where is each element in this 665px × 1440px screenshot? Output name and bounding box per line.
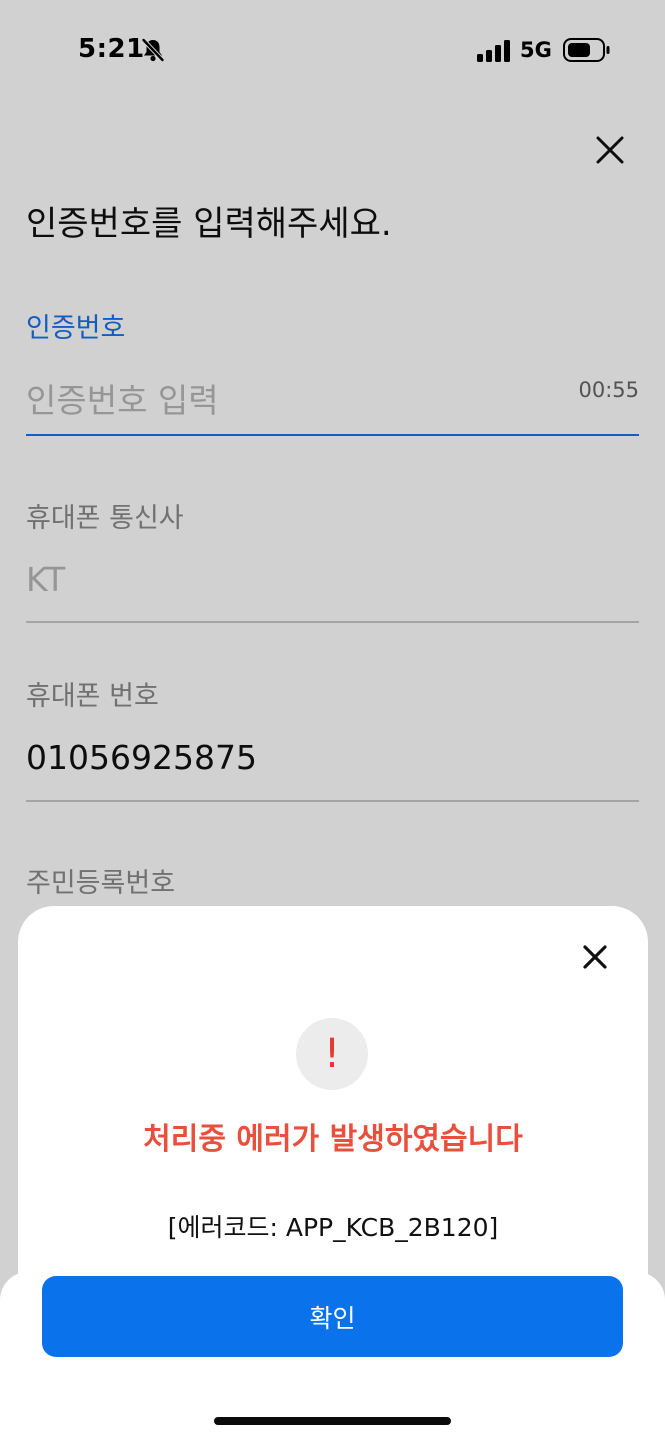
alert-symbol: ! — [323, 1031, 341, 1077]
alert-icon: ! — [296, 1018, 368, 1090]
error-title: 처리중 에러가 발생하였습니다 — [143, 1122, 523, 1157]
dialog-close-icon[interactable] — [580, 942, 610, 972]
confirm-button[interactable]: 확인 — [42, 1276, 623, 1357]
screen: 5:21 5G 인증번호를 입력해주세요. 인증번호 인증번호 입력 00:55… — [0, 0, 665, 1440]
error-code: [에러코드: APP_KCB_2B120] — [167, 1213, 499, 1242]
home-indicator[interactable] — [214, 1417, 451, 1425]
error-dialog: ! 처리중 에러가 발생하였습니다 [에러코드: APP_KCB_2B120] … — [18, 906, 648, 1382]
